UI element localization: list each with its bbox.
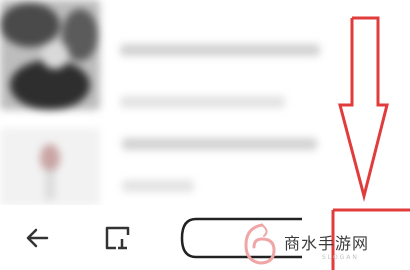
recent-apps-icon[interactable] (103, 224, 131, 252)
list-item-title (120, 44, 320, 56)
list-thumbnail[interactable] (0, 0, 100, 110)
back-arrow-icon[interactable] (24, 225, 50, 251)
watermark-title: 商水手游网 (284, 234, 370, 253)
site-watermark: 商水手游网 SLOGAN (240, 222, 410, 270)
list-item-subtitle (122, 180, 194, 192)
list-item-title (122, 138, 317, 150)
watermark-logo-icon (244, 223, 276, 265)
list-item-subtitle (120, 96, 285, 108)
watermark-slogan: SLOGAN (322, 254, 359, 261)
list-thumbnail[interactable] (0, 128, 100, 206)
